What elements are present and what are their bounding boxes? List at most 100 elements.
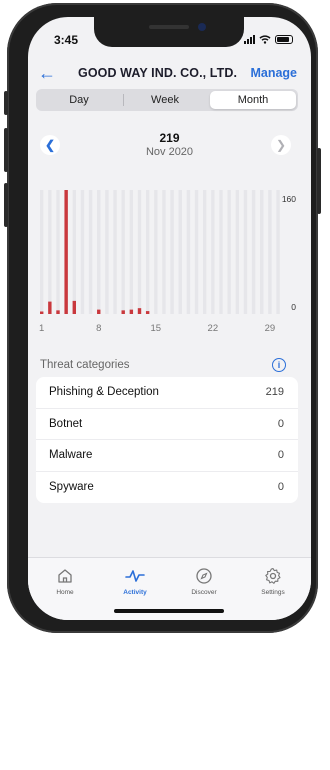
bar-track bbox=[211, 190, 215, 314]
bar-track bbox=[260, 190, 264, 314]
bar-track bbox=[162, 190, 166, 314]
period-segmented-control: Day Week Month bbox=[36, 89, 298, 111]
manage-button[interactable]: Manage bbox=[250, 66, 297, 80]
tab-settings[interactable]: Settings bbox=[243, 566, 303, 596]
bar-track bbox=[203, 190, 207, 314]
bar-day-4[interactable] bbox=[64, 190, 68, 314]
tab-label: Discover bbox=[191, 589, 217, 596]
category-count: 0 bbox=[277, 417, 284, 430]
activity-bar-chart: 1 8 15 22 29 160 0 bbox=[39, 190, 296, 334]
segment-day[interactable]: Day bbox=[36, 89, 122, 111]
bar-track bbox=[251, 190, 256, 314]
bar-track bbox=[268, 190, 272, 314]
bar-track bbox=[235, 190, 239, 314]
bar-track bbox=[178, 190, 182, 314]
top-bar: ← GOOD WAY IND. CO., LTD. Manage bbox=[28, 61, 311, 87]
threat-categories-list: Phishing & Deception 219 Botnet 0 Malwar… bbox=[36, 377, 298, 503]
category-count: 0 bbox=[277, 481, 284, 494]
notch bbox=[94, 17, 244, 47]
tab-label: Settings bbox=[261, 589, 285, 596]
tab-home[interactable]: Home bbox=[35, 566, 95, 596]
home-icon bbox=[58, 569, 72, 583]
bar-track bbox=[40, 190, 44, 314]
activity-icon bbox=[125, 570, 145, 582]
category-row-phishing[interactable]: Phishing & Deception 219 bbox=[36, 377, 298, 409]
volume-down-button bbox=[4, 128, 8, 172]
bar-track bbox=[80, 190, 85, 314]
status-icons bbox=[244, 34, 293, 44]
bar-track bbox=[137, 190, 142, 314]
info-icon[interactable]: i bbox=[272, 358, 286, 372]
speaker bbox=[149, 25, 189, 29]
bar-day-2[interactable] bbox=[48, 301, 52, 314]
page-title: GOOD WAY IND. CO., LTD. bbox=[78, 66, 238, 80]
category-label: Botnet bbox=[49, 417, 83, 430]
y-tick-label: 0 bbox=[291, 302, 296, 312]
bar-track bbox=[186, 190, 191, 314]
bar-day-3[interactable] bbox=[56, 310, 60, 314]
segment-divider bbox=[123, 94, 124, 106]
tab-activity[interactable]: Activity bbox=[105, 566, 165, 596]
wifi-icon bbox=[259, 34, 271, 44]
tab-label: Home bbox=[56, 589, 74, 596]
category-row-spyware[interactable]: Spyware 0 bbox=[36, 472, 298, 504]
threat-total: 219 bbox=[159, 131, 180, 145]
compass-icon bbox=[196, 568, 212, 584]
x-tick-label: 15 bbox=[151, 323, 162, 334]
bar-track bbox=[154, 190, 158, 314]
bar-track bbox=[105, 190, 109, 314]
signal-icon bbox=[244, 34, 255, 44]
category-row-malware[interactable]: Malware 0 bbox=[36, 440, 298, 472]
segment-week[interactable]: Week bbox=[122, 89, 208, 111]
home-indicator bbox=[114, 609, 224, 613]
app-screen: 3:45 ← GOOD WAY IND. CO., LTD. Manage Da… bbox=[28, 17, 311, 620]
back-arrow-icon[interactable]: ← bbox=[38, 63, 56, 83]
x-tick-label: 22 bbox=[208, 323, 219, 334]
category-label: Malware bbox=[49, 449, 93, 462]
bar-day-5[interactable] bbox=[72, 300, 76, 314]
bar-track bbox=[121, 190, 125, 314]
bar-day-11[interactable] bbox=[121, 310, 125, 314]
bar-day-14[interactable] bbox=[145, 311, 150, 314]
bar-track bbox=[243, 190, 248, 314]
category-count: 219 bbox=[265, 386, 284, 399]
x-tick-label: 29 bbox=[265, 323, 276, 334]
bar-track bbox=[129, 190, 134, 314]
category-label: Spyware bbox=[49, 481, 94, 494]
bar-day-1[interactable] bbox=[40, 311, 44, 315]
bar-track bbox=[56, 190, 60, 314]
status-time: 3:45 bbox=[54, 33, 79, 47]
bar-day-8[interactable] bbox=[97, 309, 101, 314]
bar-day-12[interactable] bbox=[129, 309, 134, 314]
bar-track bbox=[170, 190, 174, 314]
period-label: Nov 2020 bbox=[145, 146, 194, 158]
bar-track bbox=[194, 190, 199, 314]
y-tick-label: 160 bbox=[282, 194, 296, 204]
bar-track bbox=[227, 190, 231, 314]
bar-track bbox=[72, 190, 76, 314]
bar-track bbox=[88, 190, 93, 314]
tab-bar: Home Activity Discover Settings bbox=[28, 557, 311, 620]
bar-track bbox=[97, 190, 101, 314]
segment-month[interactable]: Month bbox=[210, 91, 296, 109]
tab-discover[interactable]: Discover bbox=[174, 566, 234, 596]
bar-track bbox=[113, 190, 117, 314]
power-button bbox=[317, 148, 321, 214]
bar-track bbox=[145, 190, 150, 314]
bar-day-13[interactable] bbox=[137, 308, 142, 314]
volume-up-button bbox=[4, 91, 8, 115]
mute-button bbox=[4, 183, 8, 227]
bar-track bbox=[48, 190, 52, 314]
tab-label: Activity bbox=[123, 589, 147, 596]
next-period-button[interactable]: ❯ bbox=[271, 135, 291, 155]
bar-track bbox=[276, 190, 280, 314]
x-tick-label: 8 bbox=[96, 323, 101, 334]
phone-frame: 3:45 ← GOOD WAY IND. CO., LTD. Manage Da… bbox=[4, 3, 321, 633]
category-count: 0 bbox=[277, 449, 284, 462]
gear-icon bbox=[265, 567, 281, 584]
threat-categories-heading: Threat categories bbox=[40, 359, 130, 371]
category-row-botnet[interactable]: Botnet 0 bbox=[36, 409, 298, 440]
x-tick-label: 1 bbox=[39, 323, 44, 334]
battery-icon bbox=[275, 34, 293, 44]
bar-track bbox=[219, 190, 223, 314]
